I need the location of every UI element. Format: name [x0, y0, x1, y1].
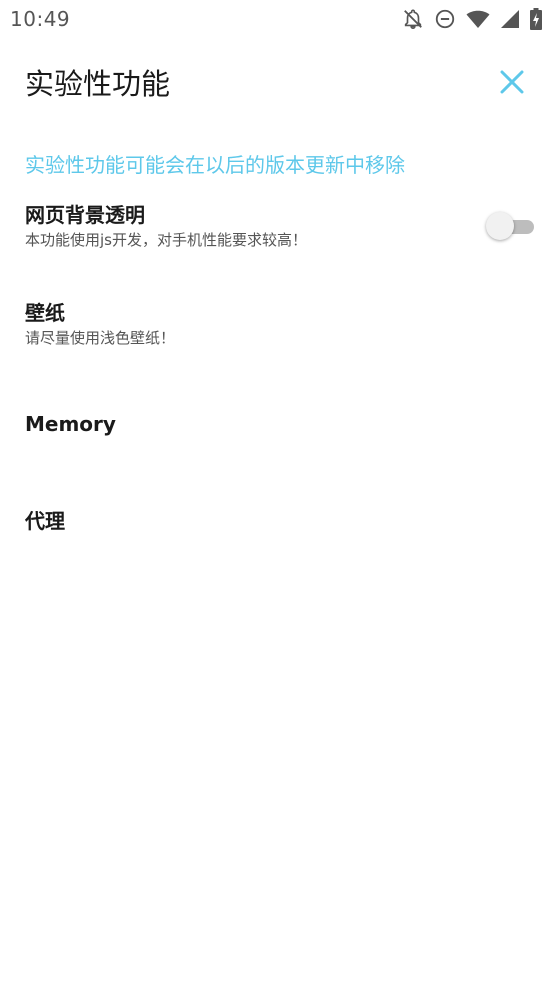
- setting-subtitle: 本功能使用js开发，对手机性能要求较高！: [25, 231, 307, 249]
- screen: 10:49 实验性功能 实验性功能可能会在以后的版本更新中移除 网页背景透明 本…: [0, 0, 554, 985]
- removal-notice: 实验性功能可能会在以后的版本更新中移除: [25, 153, 405, 177]
- setting-transparent-background[interactable]: 网页背景透明 本功能使用js开发，对手机性能要求较高！: [0, 202, 554, 262]
- status-bar: 10:49: [0, 0, 554, 38]
- setting-subtitle: 请尽量使用浅色壁纸！: [25, 329, 176, 347]
- setting-title: 代理: [25, 509, 65, 533]
- wifi-icon: [466, 8, 490, 30]
- page-title: 实验性功能: [25, 67, 171, 101]
- do-not-disturb-icon: [434, 8, 456, 30]
- status-icons: [402, 8, 542, 30]
- close-icon: [500, 70, 524, 94]
- notifications-off-icon: [402, 8, 424, 30]
- toggle-thumb: [486, 212, 514, 240]
- setting-memory[interactable]: Memory: [0, 411, 554, 451]
- setting-proxy[interactable]: 代理: [0, 508, 554, 548]
- status-time: 10:49: [10, 7, 71, 31]
- setting-title: Memory: [25, 412, 116, 436]
- setting-title: 网页背景透明: [25, 203, 145, 227]
- battery-charging-icon: [530, 8, 542, 30]
- setting-wallpaper[interactable]: 壁纸 请尽量使用浅色壁纸！: [0, 300, 554, 360]
- setting-title: 壁纸: [25, 301, 65, 325]
- header: 实验性功能: [0, 54, 554, 110]
- transparent-background-toggle[interactable]: [484, 210, 538, 242]
- close-button[interactable]: [492, 62, 532, 102]
- cell-signal-icon: [500, 9, 520, 29]
